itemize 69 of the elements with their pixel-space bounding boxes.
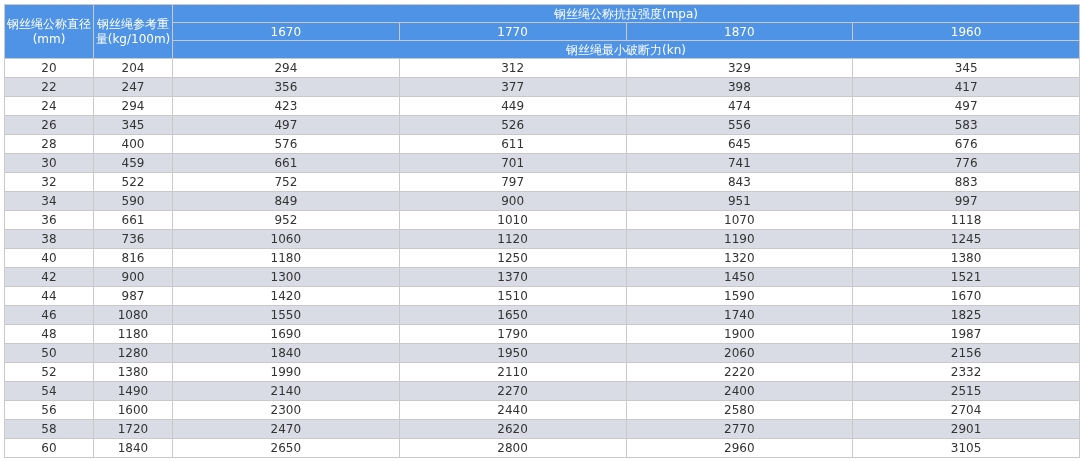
table-cell: 1380 xyxy=(93,362,173,382)
table-cell: 294 xyxy=(93,96,173,116)
table-cell: 474 xyxy=(626,96,853,116)
table-cell: 56 xyxy=(4,400,94,420)
table-cell: 329 xyxy=(626,58,853,78)
table-cell: 40 xyxy=(4,248,94,268)
table-cell: 2332 xyxy=(852,362,1080,382)
table-cell: 2650 xyxy=(172,438,400,458)
table-cell: 497 xyxy=(852,96,1080,116)
table-cell: 1420 xyxy=(172,286,400,306)
table-cell: 60 xyxy=(4,438,94,458)
table-cell: 661 xyxy=(93,210,173,230)
table-cell: 449 xyxy=(399,96,626,116)
table-cell: 28 xyxy=(4,134,94,154)
table-cell: 816 xyxy=(93,248,173,268)
table-cell: 2800 xyxy=(399,438,626,458)
table-cell: 1790 xyxy=(399,324,626,344)
table-cell: 2580 xyxy=(626,400,853,420)
header-cell: 钢丝绳公称直径(mm) xyxy=(4,4,94,59)
table-cell: 843 xyxy=(626,172,853,192)
table-cell: 312 xyxy=(399,58,626,78)
table-cell: 2300 xyxy=(172,400,400,420)
table-cell: 2960 xyxy=(626,438,853,458)
table-cell: 1118 xyxy=(852,210,1080,230)
table-cell: 1320 xyxy=(626,248,853,268)
table-cell: 1180 xyxy=(172,248,400,268)
table-cell: 400 xyxy=(93,134,173,154)
table-cell: 611 xyxy=(399,134,626,154)
table-cell: 48 xyxy=(4,324,94,344)
table-cell: 987 xyxy=(93,286,173,306)
table-cell: 36 xyxy=(4,210,94,230)
table-cell: 52 xyxy=(4,362,94,382)
table-cell: 2110 xyxy=(399,362,626,382)
table-cell: 24 xyxy=(4,96,94,116)
table-cell: 522 xyxy=(93,172,173,192)
table-cell: 1180 xyxy=(93,324,173,344)
table-cell: 1590 xyxy=(626,286,853,306)
table-cell: 204 xyxy=(93,58,173,78)
header-cell: 钢丝绳参考重量(kg/100m) xyxy=(93,4,173,59)
table-cell: 883 xyxy=(852,172,1080,192)
table-cell: 1990 xyxy=(172,362,400,382)
table-cell: 1900 xyxy=(626,324,853,344)
table-cell: 645 xyxy=(626,134,853,154)
table-cell: 752 xyxy=(172,172,400,192)
table-cell: 345 xyxy=(852,58,1080,78)
table-cell: 1510 xyxy=(399,286,626,306)
table-cell: 294 xyxy=(172,58,400,78)
table-cell: 1010 xyxy=(399,210,626,230)
table-cell: 20 xyxy=(4,58,94,78)
table-cell: 576 xyxy=(172,134,400,154)
table-cell: 2440 xyxy=(399,400,626,420)
table-cell: 32 xyxy=(4,172,94,192)
table-cell: 952 xyxy=(172,210,400,230)
table-cell: 2704 xyxy=(852,400,1080,420)
table-cell: 1380 xyxy=(852,248,1080,268)
table-cell: 423 xyxy=(172,96,400,116)
table-cell: 1690 xyxy=(172,324,400,344)
table-cell: 1600 xyxy=(93,400,173,420)
table-cell: 1670 xyxy=(852,286,1080,306)
table-cell: 2220 xyxy=(626,362,853,382)
table-cell: 797 xyxy=(399,172,626,192)
table-cell: 1250 xyxy=(399,248,626,268)
header-cell: 钢丝绳公称抗拉强度(mpa) xyxy=(172,4,1080,23)
table-cell: 1987 xyxy=(852,324,1080,344)
table-cell: 3105 xyxy=(852,438,1080,458)
table-cell: 1070 xyxy=(626,210,853,230)
table-cell: 1840 xyxy=(93,438,173,458)
table-cell: 44 xyxy=(4,286,94,306)
table-cell: 676 xyxy=(852,134,1080,154)
